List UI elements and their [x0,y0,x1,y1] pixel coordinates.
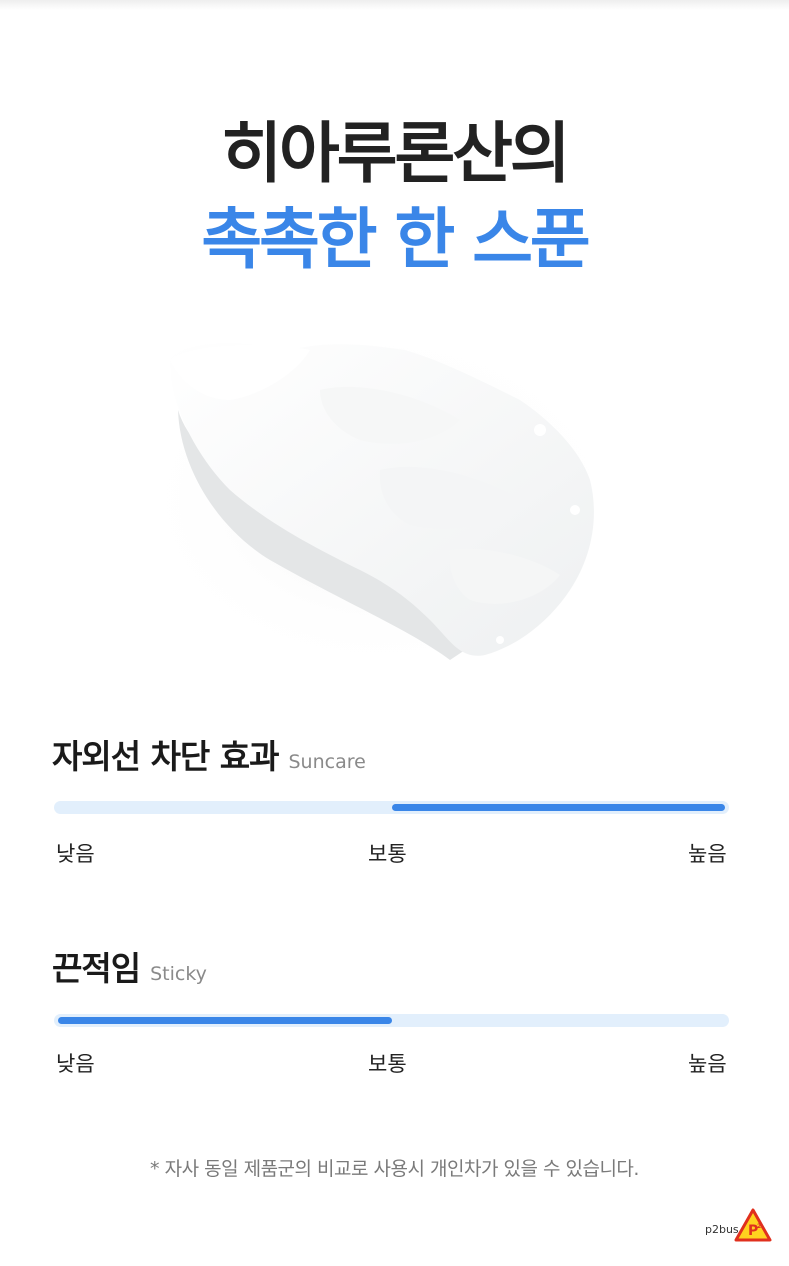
p2bus-logo-icon: P 2 [734,1208,772,1242]
sticky-label-mid: 보통 [368,1052,407,1076]
suncare-level-bar [54,801,729,814]
suncare-metric-title: 자외선 차단 효과 Suncare [52,730,366,778]
sticky-title-ko: 끈적임 [52,949,141,988]
sticky-level-fill [58,1017,392,1024]
headline-line2: 촉촉한 한 스푼 [201,201,590,278]
headline-line1: 히아루론산의 [221,115,570,192]
suncare-level-fill [391,804,725,811]
suncare-label-high: 높음 [688,842,727,866]
svg-text:2: 2 [757,1223,761,1230]
cream-texture-image [130,320,630,680]
top-divider-shade [0,0,789,10]
suncare-title-ko: 자외선 차단 효과 [52,737,279,776]
suncare-label-low: 낮음 [56,842,95,866]
suncare-title-en: Suncare [288,751,366,773]
suncare-label-mid: 보통 [368,842,407,866]
sticky-metric-title: 끈적임 Sticky [52,942,207,990]
sticky-label-low: 낮음 [56,1052,95,1076]
sticky-label-high: 높음 [688,1052,727,1076]
sticky-level-bar [54,1014,729,1027]
disclaimer-footnote: * 자사 동일 제품군의 비교로 사용시 개인차가 있을 수 있습니다. [150,1158,639,1180]
sticky-title-en: Sticky [150,963,207,985]
